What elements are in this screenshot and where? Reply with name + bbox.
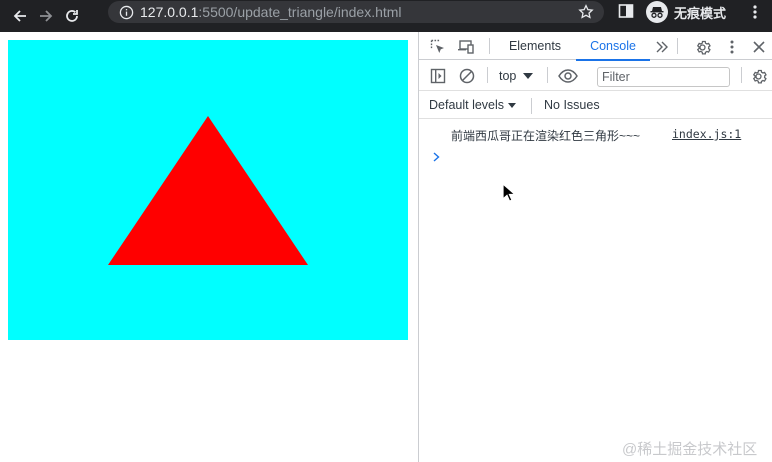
- more-tabs-chevron-icon[interactable]: [653, 38, 671, 56]
- issues-counter[interactable]: No Issues: [544, 98, 600, 112]
- live-expression-eye-icon[interactable]: [557, 67, 579, 85]
- devtools-panel: Elements Console top Filter Default leve…: [418, 32, 772, 462]
- arrow-right-icon: [40, 10, 53, 22]
- context-selector[interactable]: top: [499, 67, 534, 85]
- address-bar[interactable]: 127.0.0.1:5500/update_triangle/index.htm…: [108, 1, 604, 23]
- reload-icon: [66, 10, 78, 22]
- mouse-cursor-icon: [502, 183, 516, 202]
- browser-toolbar: 127.0.0.1:5500/update_triangle/index.htm…: [0, 0, 772, 32]
- console-message-text: 前端西瓜哥正在渲染红色三角形~~~: [451, 129, 641, 143]
- tab-separator: [677, 38, 678, 54]
- console-settings-gear-icon[interactable]: [749, 67, 767, 85]
- context-selector-label: top: [499, 69, 517, 83]
- back-button[interactable]: [10, 6, 30, 26]
- side-panel-icon[interactable]: [618, 3, 634, 24]
- site-info-icon[interactable]: [118, 4, 134, 20]
- tab-separator: [489, 38, 490, 54]
- tab-console[interactable]: Console: [576, 32, 650, 61]
- caret-down-icon: [508, 102, 517, 108]
- devtools-settings-gear-icon[interactable]: [693, 38, 711, 56]
- log-levels-label: Default levels: [429, 98, 505, 112]
- show-sidebar-icon[interactable]: [429, 67, 447, 85]
- url-text: 127.0.0.1:5500/update_triangle/index.htm…: [140, 4, 402, 20]
- url-path: :5500/update_triangle/index.html: [198, 4, 402, 20]
- log-levels-bar: Default levels No Issues: [419, 92, 772, 119]
- console-toolbar: top: [419, 61, 772, 91]
- toolbar-separator: [547, 67, 548, 83]
- forward-button[interactable]: [36, 6, 56, 26]
- console-prompt-chevron-icon[interactable]: [432, 150, 442, 164]
- incognito-indicator[interactable]: 无痕模式: [646, 0, 726, 24]
- devtools-menu-icon[interactable]: [723, 38, 741, 56]
- bookmark-star-icon[interactable]: [578, 4, 594, 25]
- clear-console-icon[interactable]: [458, 67, 476, 85]
- devtools-tab-bar: Elements Console: [419, 32, 772, 61]
- device-toolbar-icon[interactable]: [457, 38, 475, 56]
- tab-elements[interactable]: Elements: [499, 32, 571, 60]
- incognito-icon: [646, 1, 668, 23]
- browser-menu-icon[interactable]: [752, 4, 758, 25]
- toolbar-separator: [741, 67, 742, 83]
- close-devtools-icon[interactable]: [750, 38, 768, 56]
- console-message-row: 前端西瓜哥正在渲染红色三角形~~~ index.js:1: [419, 120, 772, 148]
- arrow-left-icon: [13, 10, 26, 22]
- reload-button[interactable]: [62, 6, 82, 26]
- levels-separator: [531, 98, 532, 114]
- inspect-element-icon[interactable]: [429, 38, 447, 56]
- log-levels-dropdown[interactable]: Default levels: [429, 98, 517, 112]
- caret-down-icon: [523, 73, 534, 79]
- watermark-text: @稀土掘金技术社区: [622, 441, 758, 458]
- webgl-canvas: [8, 40, 408, 340]
- toolbar-separator: [487, 67, 488, 83]
- page-viewport: [0, 32, 418, 462]
- url-host: 127.0.0.1: [140, 4, 199, 20]
- incognito-label: 无痕模式: [674, 5, 727, 21]
- console-message-source-link[interactable]: index.js:1: [672, 127, 741, 141]
- console-filter-input[interactable]: [597, 67, 730, 87]
